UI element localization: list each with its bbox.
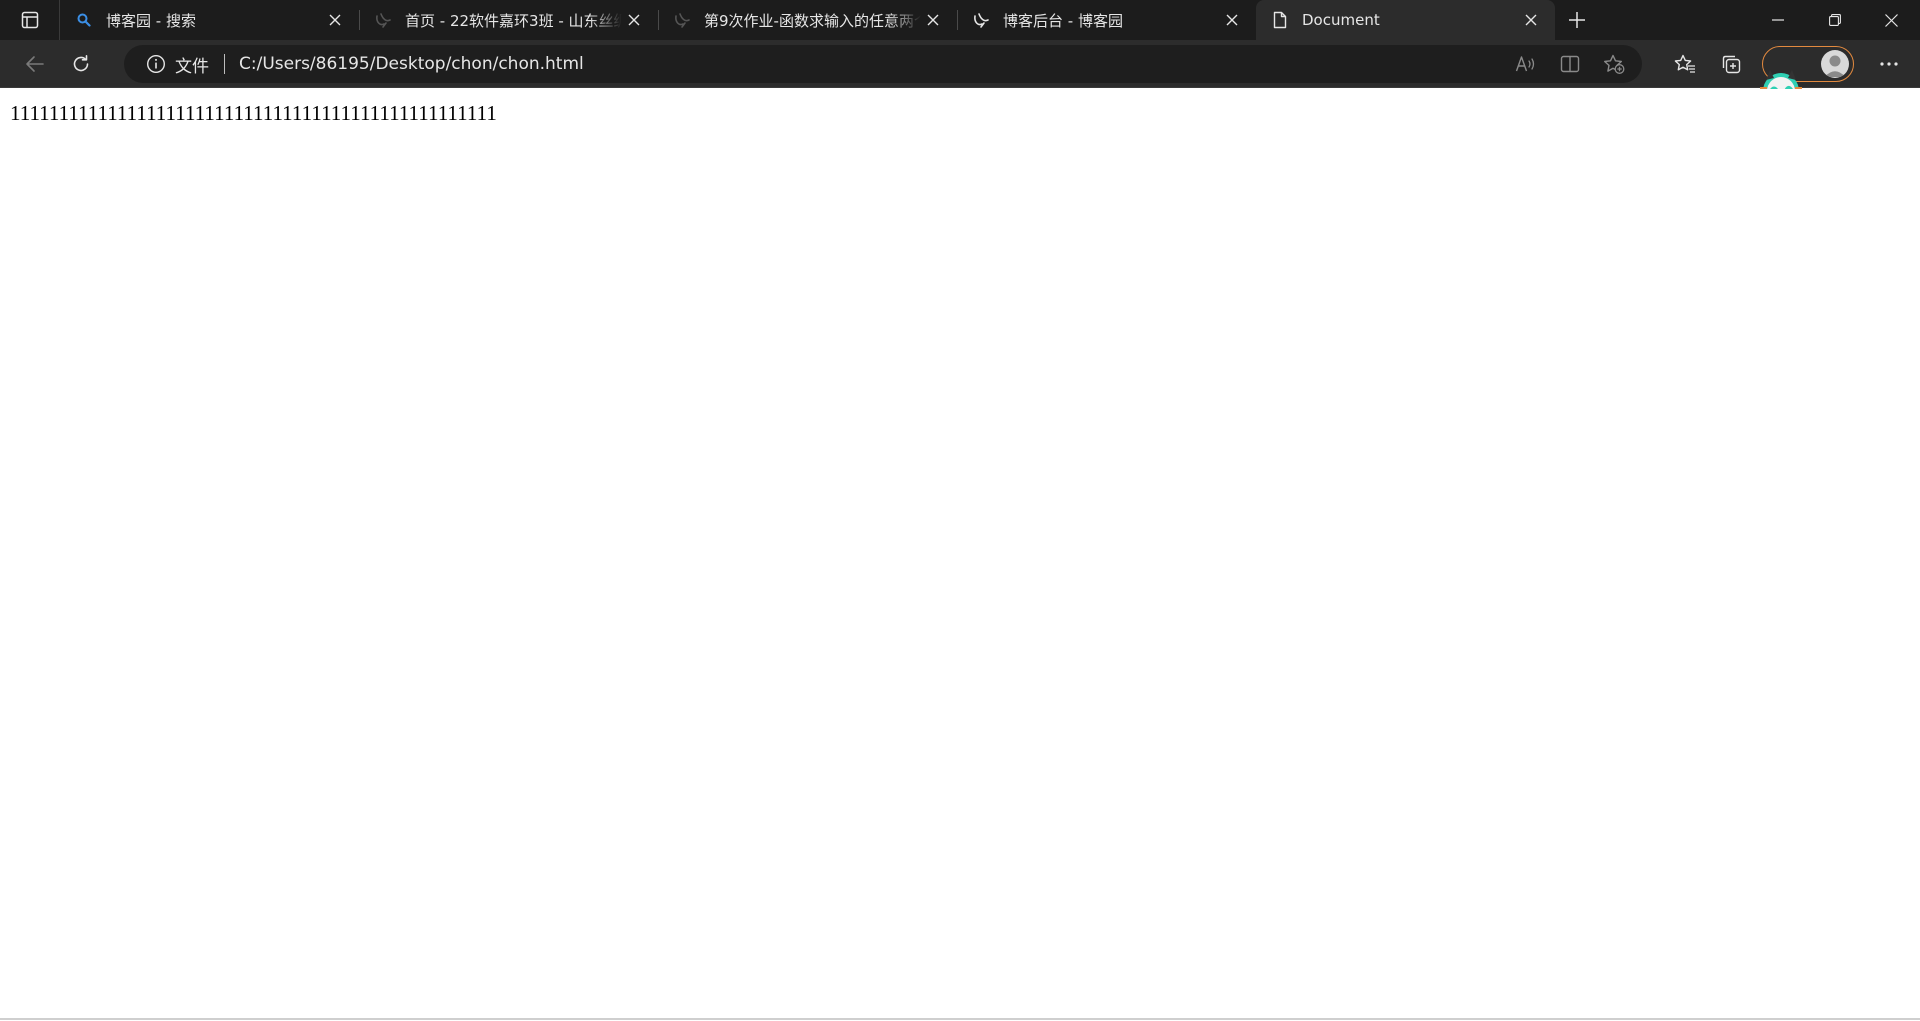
browser-toolbar: 文件 C:/Users/86195/Desktop/chon/chon.html — [0, 40, 1920, 88]
window-controls — [1749, 0, 1920, 40]
settings-more-button[interactable] — [1866, 40, 1912, 88]
url-text[interactable]: C:/Users/86195/Desktop/chon/chon.html — [239, 54, 584, 74]
close-icon[interactable] — [921, 8, 945, 32]
read-aloud-button[interactable] — [1504, 45, 1548, 83]
close-icon[interactable] — [323, 8, 347, 32]
cnblogs-icon — [672, 10, 692, 30]
close-icon — [1885, 13, 1898, 27]
tab-strip: 博客园 - 搜索 首页 - 22软件嘉环3班 - 山东丝绸 第9次作业-函数求输… — [0, 0, 1920, 40]
star-add-icon — [1604, 54, 1625, 74]
tab-blog-admin[interactable]: 博客后台 - 博客园 — [957, 0, 1256, 40]
document-icon — [1270, 10, 1290, 30]
window-bottom-border — [0, 1018, 1920, 1020]
info-icon — [146, 54, 166, 74]
read-aloud-icon — [1515, 56, 1535, 72]
cnblogs-icon — [971, 10, 991, 30]
favorites-button[interactable] — [1662, 40, 1708, 88]
back-button[interactable] — [12, 40, 58, 88]
cnblogs-icon — [373, 10, 393, 30]
address-bar-actions — [1504, 45, 1642, 83]
close-icon[interactable] — [622, 8, 646, 32]
page-content: 1111111111111111111111111111111111111111… — [0, 89, 1920, 1020]
add-favorite-button[interactable] — [1592, 45, 1636, 83]
restore-icon — [1828, 14, 1841, 26]
tab-title: 第9次作业-函数求输入的任意两个 — [704, 11, 921, 30]
tab-actions-button[interactable] — [0, 0, 60, 40]
minimize-icon — [1771, 19, 1784, 21]
tab-search[interactable]: 博客园 - 搜索 — [60, 0, 359, 40]
tab-title: 博客园 - 搜索 — [106, 11, 196, 30]
address-divider — [224, 54, 225, 74]
collections-button[interactable] — [1708, 40, 1754, 88]
tab-title: 首页 - 22软件嘉环3班 - 山东丝绸 — [405, 11, 622, 30]
favorites-icon — [1674, 54, 1695, 73]
collections-icon — [1722, 55, 1741, 74]
back-arrow-icon — [26, 55, 44, 72]
search-icon — [74, 10, 94, 30]
restore-button[interactable] — [1806, 0, 1863, 40]
refresh-button[interactable] — [58, 40, 104, 88]
site-info-button[interactable]: 文件 — [146, 52, 209, 77]
tab-title: 博客后台 - 博客园 — [1003, 11, 1123, 30]
close-window-button[interactable] — [1863, 0, 1920, 40]
tab-title: Document — [1302, 11, 1380, 29]
close-icon[interactable] — [1519, 8, 1543, 32]
tab-homework[interactable]: 第9次作业-函数求输入的任意两个 — [658, 0, 957, 40]
tab-actions-icon — [21, 11, 38, 29]
split-screen-button[interactable] — [1548, 45, 1592, 83]
tab-document[interactable]: Document — [1256, 0, 1555, 40]
address-bar[interactable]: 文件 C:/Users/86195/Desktop/chon/chon.html — [124, 45, 1642, 83]
more-icon — [1880, 62, 1898, 66]
site-label: 文件 — [175, 56, 209, 77]
new-tab-button[interactable] — [1555, 0, 1599, 40]
page-text: 1111111111111111111111111111111111111111… — [10, 101, 497, 125]
minimize-button[interactable] — [1749, 0, 1806, 40]
split-screen-icon — [1560, 55, 1580, 73]
avatar — [1821, 50, 1849, 78]
refresh-icon — [73, 54, 89, 71]
plus-icon — [1569, 12, 1585, 28]
close-icon[interactable] — [1220, 8, 1244, 32]
tab-class-home[interactable]: 首页 - 22软件嘉环3班 - 山东丝绸 — [359, 0, 658, 40]
